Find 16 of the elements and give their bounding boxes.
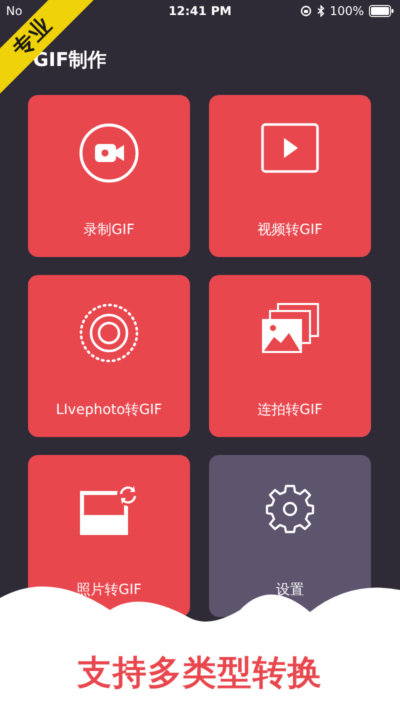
feature-tile[interactable]: 录制GIF [28, 95, 190, 257]
feature-tile[interactable]: 连拍转GIF [209, 275, 371, 437]
feature-tile[interactable]: 视频转GIF [209, 95, 371, 257]
battery-percent: 100% [330, 4, 364, 18]
status-time: 12:41 PM [168, 4, 232, 18]
feature-tile[interactable]: 设置 [209, 455, 371, 617]
feature-tile[interactable]: LIvephoto转GIF [28, 275, 190, 437]
bluetooth-icon [316, 5, 325, 17]
rotation-lock-icon [300, 5, 312, 17]
play-icon [261, 123, 319, 173]
live-photo-icon [79, 303, 139, 363]
video-camera-icon [79, 123, 139, 183]
settings-icon [264, 483, 316, 535]
slogan-text: 支持多类型转换 [78, 652, 322, 695]
battery-icon [369, 5, 394, 17]
carrier-name: No [6, 4, 22, 18]
